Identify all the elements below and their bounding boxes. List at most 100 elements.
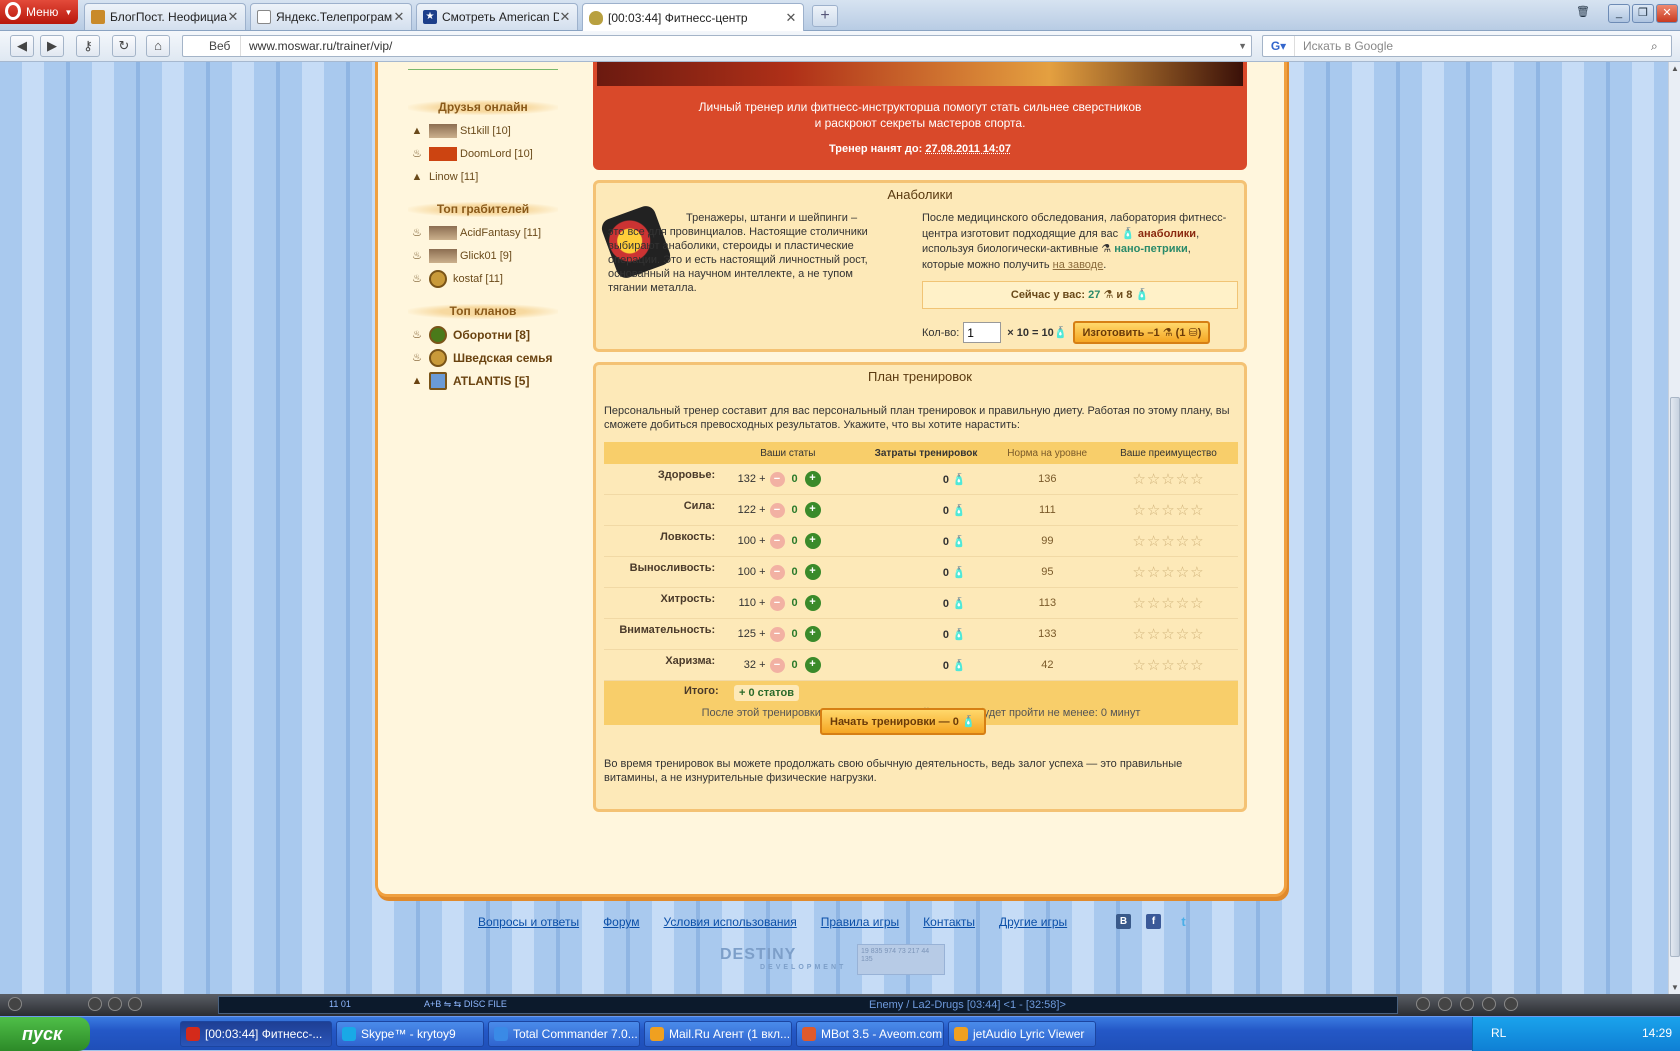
friend-name[interactable]: DoomLord [10] — [460, 148, 533, 160]
minus-icon[interactable]: − — [769, 471, 785, 487]
minus-icon[interactable]: − — [769, 564, 785, 580]
taskbar-item[interactable]: Skype™ - krytoy9 — [336, 1021, 484, 1047]
next-icon[interactable] — [1504, 997, 1518, 1011]
close-icon[interactable]: ✕ — [393, 9, 405, 25]
plus-icon[interactable]: + — [804, 595, 821, 611]
footer-link-forum[interactable]: Форум — [603, 915, 639, 929]
facebook-icon[interactable]: f — [1146, 914, 1161, 929]
robber-name[interactable]: Glick01 [9] — [460, 250, 512, 262]
opera-menu-button[interactable]: Меню ▼ — [0, 0, 78, 24]
google-icon[interactable]: G▾ — [1263, 36, 1295, 56]
taskbar-item[interactable]: [00:03:44] Фитнесс-... — [180, 1021, 332, 1047]
minimize-button[interactable]: _ — [1608, 4, 1630, 23]
back-button[interactable]: ◀ — [10, 35, 34, 57]
home-button[interactable]: ⌂ — [146, 35, 170, 57]
twitter-icon[interactable]: t — [1176, 914, 1191, 929]
advantage-stars: ☆☆☆☆☆ — [1099, 625, 1238, 643]
clan-item[interactable]: ♨ Шведская семья — [408, 346, 558, 369]
minus-icon[interactable]: − — [769, 657, 785, 673]
banner-line-1: Личный тренер или фитнесс-инструкторша п… — [698, 100, 1142, 114]
plus-icon[interactable]: + — [804, 502, 821, 518]
friend-item[interactable]: ▲ St1kill [10] — [408, 119, 558, 142]
friend-item[interactable]: ♨ DoomLord [10] — [408, 142, 558, 165]
search-icon[interactable]: ⌕ — [1651, 39, 1671, 54]
plus-icon[interactable]: + — [804, 626, 821, 642]
robber-item[interactable]: ♨ AcidFantasy [11] — [408, 221, 558, 244]
plus-icon[interactable]: + — [804, 533, 821, 549]
player-control-icon[interactable] — [108, 997, 122, 1011]
language-indicator[interactable]: RL — [1491, 1026, 1506, 1040]
minus-icon[interactable]: − — [769, 533, 785, 549]
tab-blogpost[interactable]: БлогПост. Неофициаль... ✕ — [84, 3, 246, 30]
clan-name[interactable]: Шведская семья — [453, 351, 553, 365]
close-icon[interactable]: ✕ — [227, 9, 239, 25]
play-icon[interactable] — [1460, 997, 1474, 1011]
tab-fitness-center[interactable]: [00:03:44] Фитнесс-центр ✕ — [582, 3, 804, 31]
scrollbar-thumb[interactable] — [1670, 397, 1680, 957]
tab-american-dad[interactable]: ★ Смотреть American Dad... ✕ — [416, 3, 578, 30]
taskbar-item[interactable]: Total Commander 7.0... — [488, 1021, 640, 1047]
clan-badge-icon — [429, 325, 447, 344]
robber-item[interactable]: ♨ kostaf [11] — [408, 267, 558, 290]
friend-name[interactable]: St1kill [10] — [460, 125, 511, 137]
bottle-icon: 🧴 — [961, 716, 976, 728]
key-icon[interactable]: ⚷ — [76, 35, 100, 57]
destiny-logo[interactable]: DESTINY DEVELOPMENT — [720, 946, 846, 971]
factory-link[interactable]: на заводе — [1053, 259, 1104, 271]
start-training-button[interactable]: Начать тренировки — 0 🧴 — [820, 708, 986, 735]
footer-link-rules[interactable]: Правила игры — [821, 915, 899, 929]
friend-item[interactable]: ▲ Linow [11] — [408, 165, 558, 188]
scroll-down-icon[interactable]: ▼ — [1671, 983, 1679, 992]
pause-icon[interactable] — [1482, 997, 1496, 1011]
quantity-input[interactable] — [963, 322, 1002, 343]
scroll-up-icon[interactable]: ▲ — [1671, 64, 1679, 73]
friend-name[interactable]: Linow [11] — [429, 171, 478, 183]
taskbar-item[interactable]: MBot 3.5 - Aveom.com — [796, 1021, 944, 1047]
player-control-icon[interactable] — [128, 997, 142, 1011]
visit-counter[interactable]: 19 835 974 73 217 44 135 — [857, 944, 945, 975]
chevron-down-icon[interactable]: ▼ — [1238, 41, 1247, 51]
plus-icon[interactable]: + — [804, 471, 821, 487]
prev-icon[interactable] — [1416, 997, 1430, 1011]
page-scrollbar[interactable]: ▲ ▼ — [1668, 62, 1680, 994]
robber-name[interactable]: kostaf [11] — [453, 273, 503, 285]
clan-item[interactable]: ▲ ATLANTIS [5] — [408, 369, 558, 392]
new-tab-button[interactable]: + — [812, 5, 838, 27]
footer-link-other-games[interactable]: Другие игры — [999, 915, 1067, 929]
player-menu-icon[interactable] — [8, 997, 22, 1011]
plus-icon[interactable]: + — [804, 657, 821, 673]
clan-item[interactable]: ♨ Оборотни [8] — [408, 323, 558, 346]
clan-name[interactable]: ATLANTIS [5] — [453, 374, 529, 388]
robber-item[interactable]: ♨ Glick01 [9] — [408, 244, 558, 267]
restore-button[interactable]: ❐ — [1632, 4, 1654, 23]
minus-icon[interactable]: − — [769, 502, 785, 518]
footer-link-contacts[interactable]: Контакты — [923, 915, 975, 929]
sidebar-top-link[interactable] — [408, 62, 558, 70]
reload-button[interactable]: ↻ — [112, 35, 136, 57]
chevron-down-icon: ▼ — [64, 7, 73, 17]
taskbar-item[interactable]: jetAudio Lyric Viewer — [948, 1021, 1096, 1047]
vkontakte-icon[interactable]: В — [1116, 914, 1131, 929]
clan-name[interactable]: Оборотни [8] — [453, 328, 530, 342]
close-icon[interactable]: ✕ — [785, 10, 797, 26]
minus-icon[interactable]: − — [769, 595, 785, 611]
robber-name[interactable]: AcidFantasy [11] — [460, 227, 541, 239]
search-field[interactable]: G▾ Искать в Google ⌕ — [1262, 35, 1672, 57]
forward-button[interactable]: ▶ — [40, 35, 64, 57]
footer-link-faq[interactable]: Вопросы и ответы — [478, 915, 579, 929]
trash-icon[interactable]: 🗑 — [1572, 4, 1594, 23]
star-icon: ☆ — [1190, 564, 1205, 581]
footer-link-terms[interactable]: Условия использования — [664, 915, 797, 929]
close-icon[interactable]: ✕ — [559, 9, 571, 25]
make-anabolics-button[interactable]: Изготовить –1 ⚗ (1 ⛁) — [1073, 321, 1211, 344]
url-field[interactable]: Веб www.moswar.ru/trainer/vip/ ▼ — [182, 35, 1252, 57]
plus-icon[interactable]: + — [804, 564, 821, 580]
tab-yandex[interactable]: Яндекс.Телепрограмма... ✕ — [250, 3, 412, 30]
minus-icon[interactable]: − — [769, 626, 785, 642]
start-button[interactable]: пуск — [0, 1017, 90, 1051]
player-control-icon[interactable] — [88, 997, 102, 1011]
taskbar-item[interactable]: Mail.Ru Агент (1 вкл... — [644, 1021, 792, 1047]
url-text[interactable]: www.moswar.ru/trainer/vip/ — [241, 39, 392, 53]
stop-icon[interactable] — [1438, 997, 1452, 1011]
close-window-button[interactable]: ✕ — [1656, 4, 1678, 23]
